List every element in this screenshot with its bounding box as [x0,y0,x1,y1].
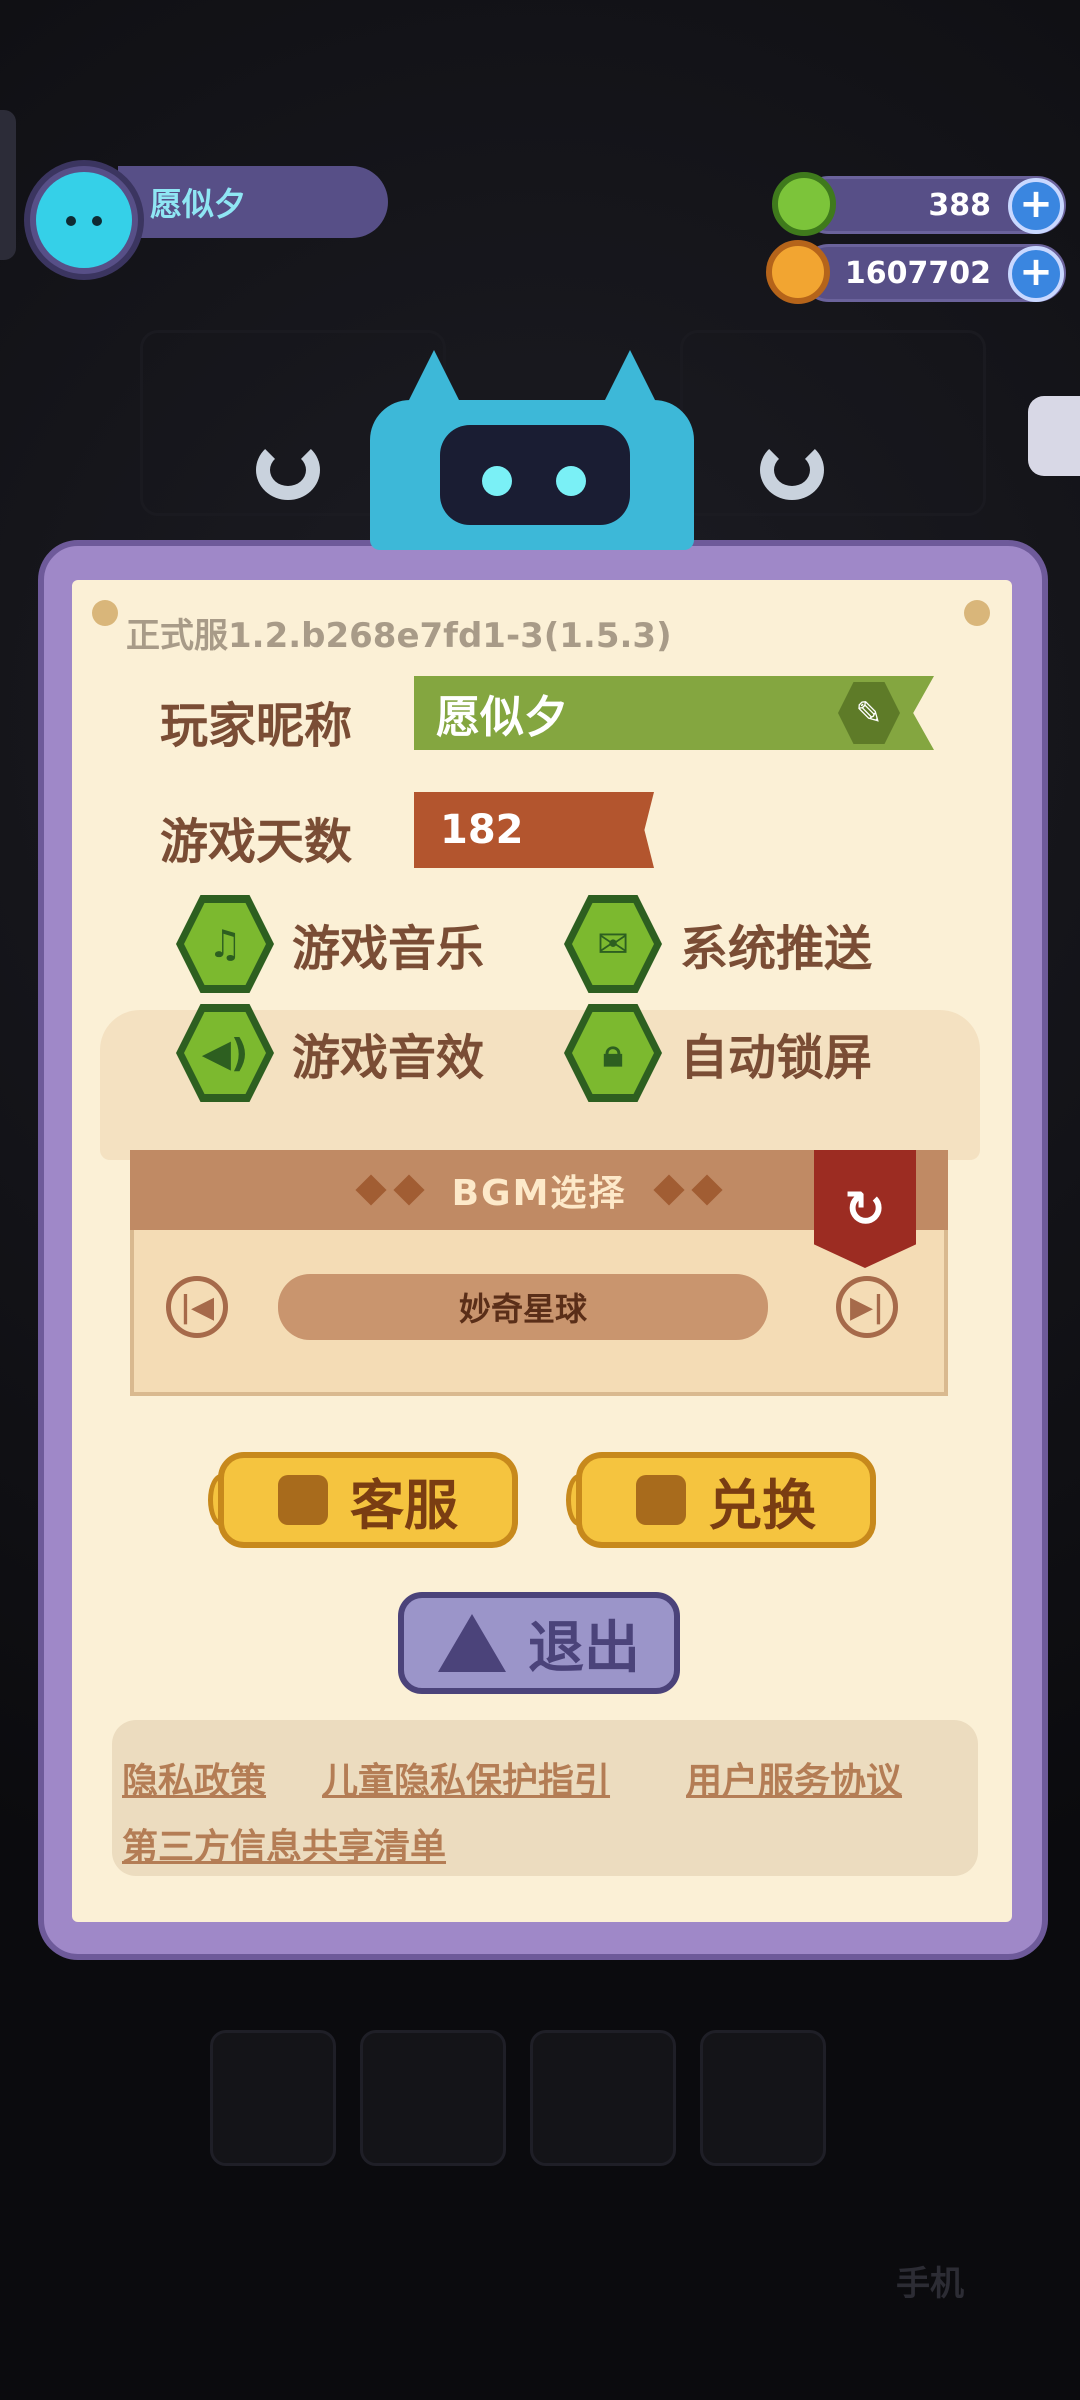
version-text: 正式服1.2.b268e7fd1-3(1.5.3) [126,616,672,656]
redeem-label: 兑换 [708,1473,816,1537]
child-privacy-link[interactable]: 儿童隐私保护指引 [322,1752,610,1804]
current-song: 妙奇星球 [278,1274,768,1340]
exit-button[interactable]: 退出 [398,1592,680,1694]
background-decor [360,2030,506,2166]
skip-next-icon: ▶| [849,1289,885,1325]
sfx-toggle-label: 游戏音效 [292,1030,485,1086]
third-party-sharing-link[interactable]: 第三方信息共享清单 [122,1818,446,1870]
cat-avatar-icon [36,172,132,268]
robot-right-claw [760,440,824,500]
add-gems-button[interactable]: + [1008,178,1064,234]
robot-face [440,425,630,525]
background-decor [210,2030,336,2166]
screen-lock-toggle[interactable]: 🔒︎ 自动锁屏 [564,1004,872,1102]
music-toggle[interactable]: ♫ 游戏音乐 [176,895,484,993]
sfx-toggle[interactable]: ◀) 游戏音效 [176,1004,484,1102]
next-song-button[interactable]: ▶| [836,1276,898,1338]
music-note-icon: ♫ [184,903,266,985]
redeem-button[interactable]: 兑换 [576,1452,876,1548]
push-toggle[interactable]: ✉ 系统推送 [564,895,872,993]
lock-icon: 🔒︎ [572,1012,654,1094]
days-value-bar: 182 [414,792,654,868]
mail-icon: ✉ [572,903,654,985]
robot-eye [482,466,512,496]
exit-label: 退出 [528,1615,640,1681]
background-decor [680,330,986,516]
background-decor [700,2030,826,2166]
pen-icon: ✎ [855,694,883,732]
planet-coin-icon [766,240,830,304]
diamond-icon [355,1174,387,1206]
paper-pin [964,600,990,626]
diamond-icon [653,1174,685,1206]
nickname-value: 愿似夕 [436,692,568,743]
robot-eye [556,466,586,496]
background-decor [530,2030,676,2166]
privacy-policy-link[interactable]: 隐私政策 [122,1752,266,1804]
player-name-pill[interactable]: 愿似夕 [118,166,388,238]
left-edge-tab[interactable] [0,110,16,260]
bgm-title: BGM选择 [451,1173,627,1214]
share-side-tab[interactable] [1028,396,1080,476]
warning-icon [438,1614,506,1672]
diamond-icon [691,1174,723,1206]
robot-left-claw [256,440,320,500]
previous-song-button[interactable]: |◀ [166,1276,228,1338]
user-agreement-link[interactable]: 用户服务协议 [686,1752,902,1804]
paper-pin [92,600,118,626]
push-toggle-label: 系统推送 [680,921,873,977]
skip-previous-icon: |◀ [179,1289,215,1325]
days-value: 182 [440,807,524,853]
music-toggle-label: 游戏音乐 [292,921,485,977]
player-avatar[interactable] [24,160,144,280]
nickname-label: 玩家昵称 [160,698,353,754]
gem-amount: 388 [928,187,991,223]
people-icon [278,1475,328,1525]
screen-lock-toggle-label: 自动锁屏 [680,1030,873,1086]
speaker-icon: ◀) [184,1012,266,1094]
coin-amount: 1607702 [844,255,991,291]
repeat-one-icon: ↻ [844,1180,886,1238]
background-phone-label: 手机 [896,2264,964,2304]
gift-icon [636,1475,686,1525]
gem-icon [772,172,836,236]
loop-mode-button[interactable]: ↻ [814,1150,916,1268]
days-label: 游戏天数 [160,814,353,870]
add-coins-button[interactable]: + [1008,246,1064,302]
customer-service-label: 客服 [350,1473,458,1537]
customer-service-button[interactable]: 客服 [218,1452,518,1548]
player-name: 愿似夕 [150,185,247,223]
diamond-icon [393,1174,425,1206]
